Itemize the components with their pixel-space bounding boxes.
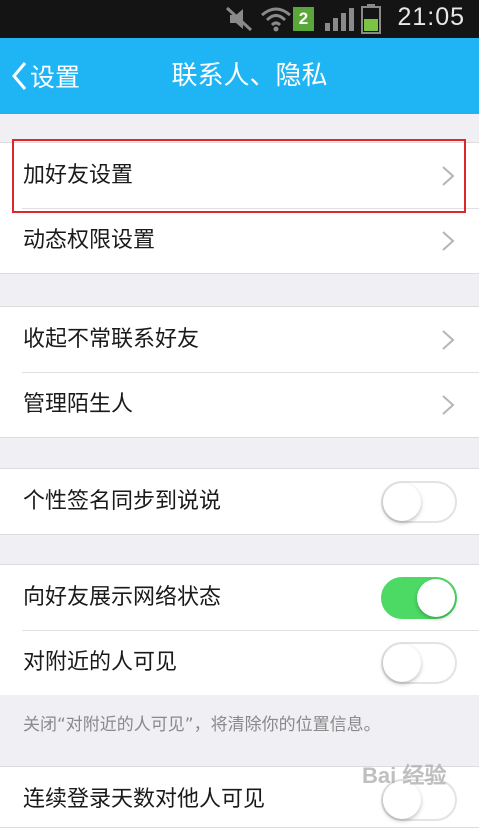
row-label: 管理陌生人 xyxy=(23,392,134,417)
page-title: 联系人、隐私 xyxy=(171,61,328,91)
row-label: 连续登录天数对他人可见 xyxy=(23,787,266,812)
add-friend-settings-row[interactable]: 加好友设置 xyxy=(0,143,479,208)
row-label: 对附近的人可见 xyxy=(23,650,178,675)
location-note: 关闭“对附近的人可见”，将清除你的位置信息。 xyxy=(23,715,381,735)
feed-permission-settings-row[interactable]: 动态权限设置 xyxy=(0,208,479,273)
visible-to-nearby-row: 对附近的人可见 xyxy=(0,630,479,695)
row-label: 个性签名同步到说说 xyxy=(23,489,222,514)
settings-group-signature: 个性签名同步到说说 xyxy=(0,468,479,535)
notification-badge: 2 xyxy=(293,7,314,31)
row-label: 加好友设置 xyxy=(23,163,134,188)
settings-group-friends: 加好友设置 动态权限设置 xyxy=(0,142,479,274)
status-bar: 2 21:05 xyxy=(0,0,479,38)
login-days-visible-row: 连续登录天数对他人可见 xyxy=(0,767,479,827)
row-label: 收起不常联系好友 xyxy=(23,327,200,352)
nav-bar: 设置 联系人、隐私 xyxy=(0,38,479,114)
settings-group-login-days: 连续登录天数对他人可见 xyxy=(0,766,479,828)
row-label: 向好友展示网络状态 xyxy=(23,585,222,610)
settings-group-visibility: 向好友展示网络状态 对附近的人可见 xyxy=(0,564,479,695)
chevron-right-icon xyxy=(442,330,455,350)
chevron-right-icon xyxy=(442,395,455,415)
toggle-knob xyxy=(383,781,421,819)
collapse-inactive-friends-row[interactable]: 收起不常联系好友 xyxy=(0,307,479,372)
chevron-right-icon xyxy=(442,231,455,251)
mute-icon xyxy=(225,6,253,32)
login-days-visible-toggle[interactable] xyxy=(381,779,457,821)
toggle-knob xyxy=(383,483,421,521)
signal-icon xyxy=(325,8,354,31)
clock: 21:05 xyxy=(397,3,465,31)
manage-strangers-row[interactable]: 管理陌生人 xyxy=(0,372,479,437)
settings-group-contacts: 收起不常联系好友 管理陌生人 xyxy=(0,306,479,438)
battery-icon xyxy=(361,4,381,34)
toggle-knob xyxy=(417,579,455,617)
row-label: 动态权限设置 xyxy=(23,228,156,253)
show-network-status-toggle[interactable] xyxy=(381,577,457,619)
visible-to-nearby-toggle[interactable] xyxy=(381,642,457,684)
signature-sync-row: 个性签名同步到说说 xyxy=(0,469,479,534)
wifi-icon xyxy=(261,7,291,32)
chevron-right-icon xyxy=(442,166,455,186)
show-network-status-row: 向好友展示网络状态 xyxy=(0,565,479,630)
signature-sync-toggle[interactable] xyxy=(381,481,457,523)
toggle-knob xyxy=(383,644,421,682)
